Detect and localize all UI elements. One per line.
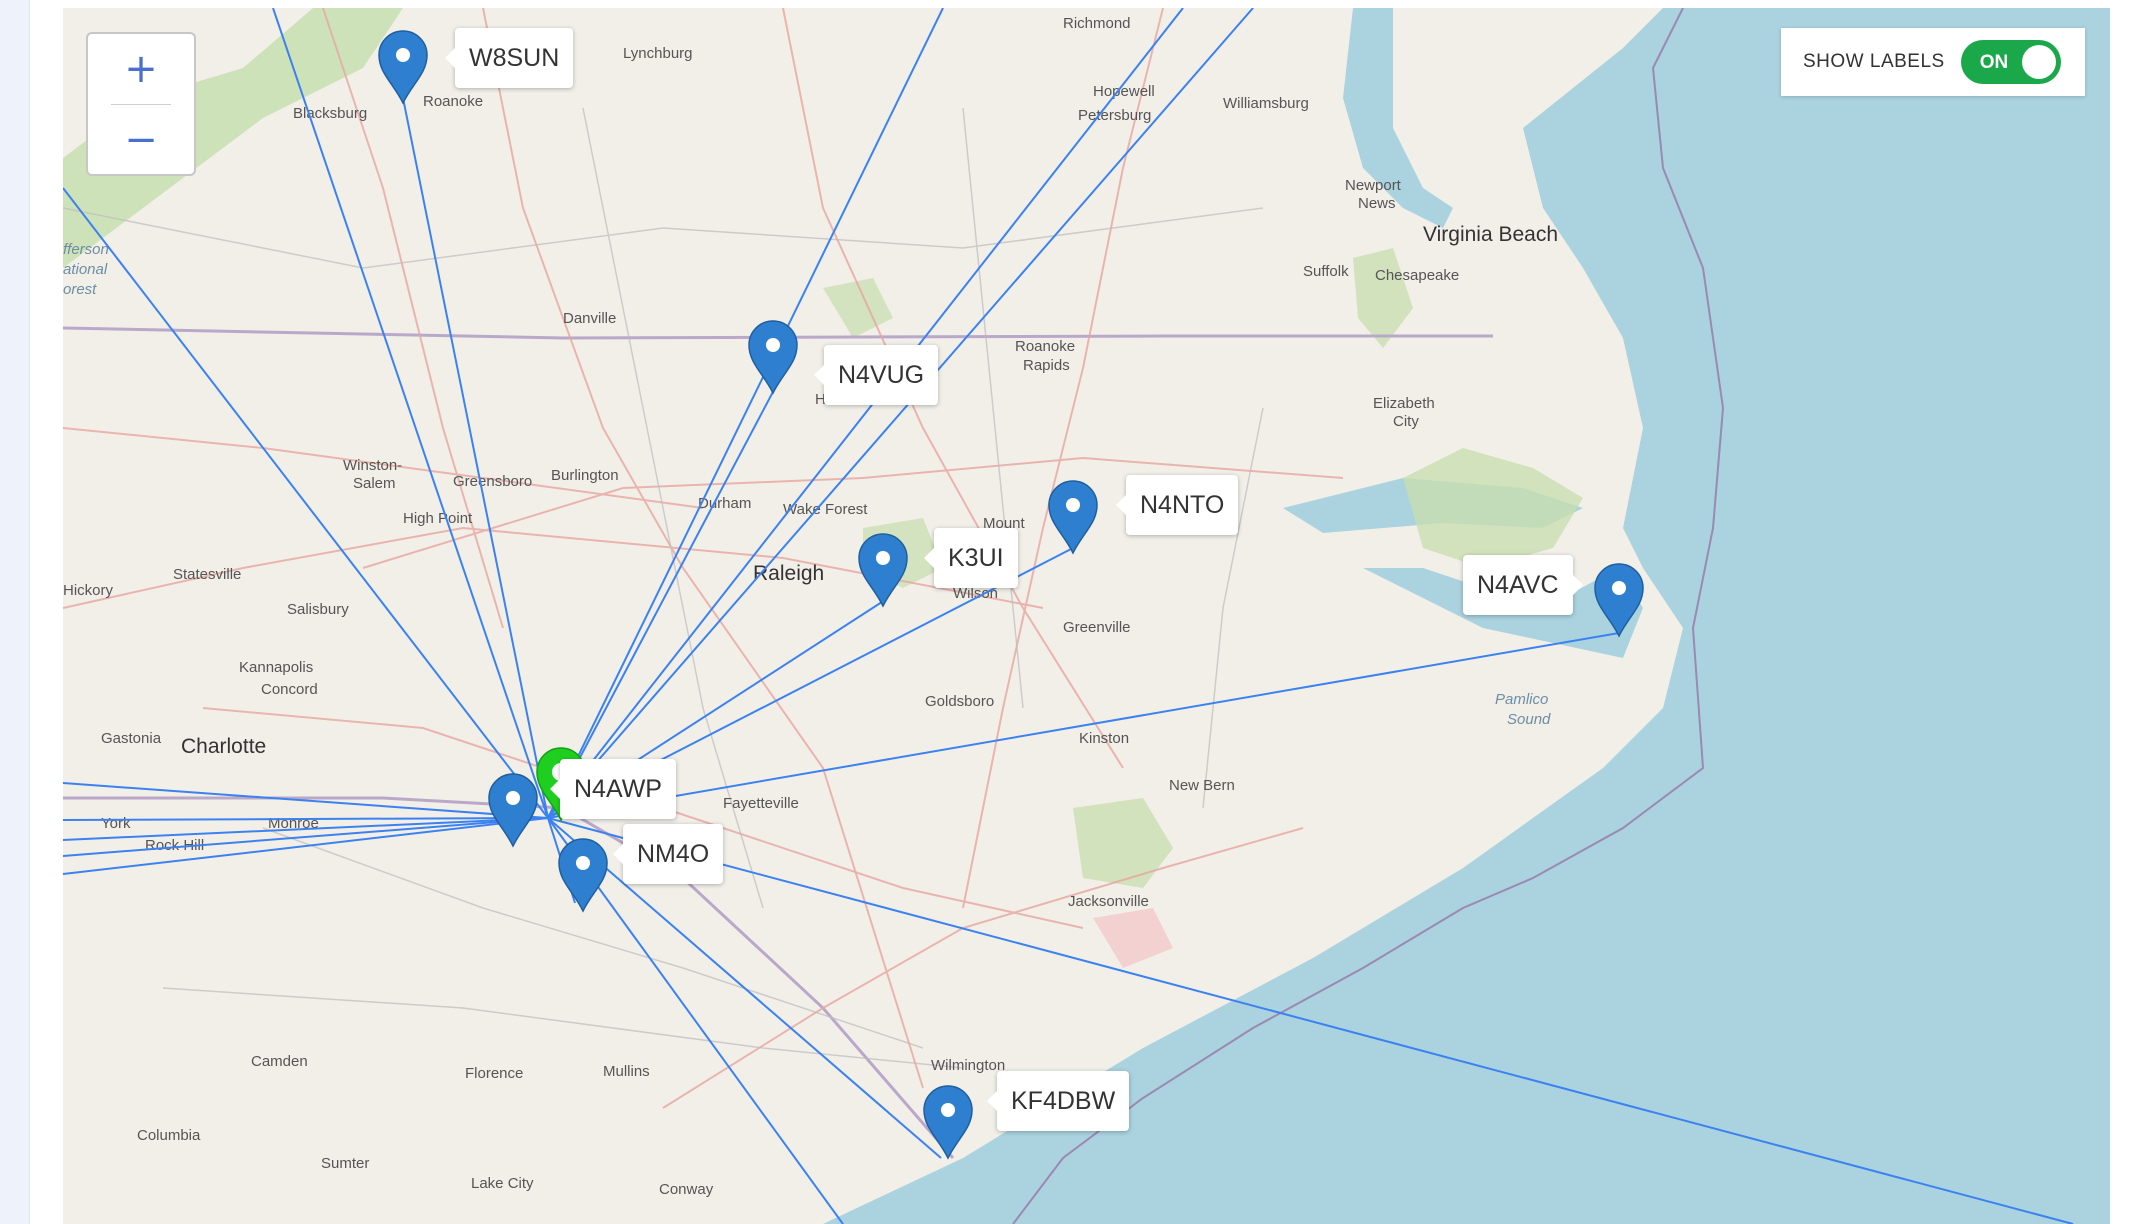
place-pamlico-1: Pamlico — [1495, 691, 1548, 708]
toggle-knob — [2021, 45, 2056, 79]
path-west-1 — [63, 782, 549, 819]
place-burlington: Burlington — [551, 467, 619, 484]
label-kf4dbw[interactable]: KF4DBW — [986, 1071, 1130, 1131]
path-n4vug — [547, 387, 776, 819]
place-jefferson-2: ational — [63, 261, 108, 278]
camp-lejeune — [1093, 908, 1173, 968]
label-n4awp[interactable]: N4AWP — [550, 759, 676, 819]
place-lynchburg: Lynchburg — [623, 45, 693, 62]
place-sumter: Sumter — [321, 1155, 369, 1172]
place-kinston: Kinston — [1079, 730, 1129, 747]
place-virginia-beach: Virginia Beach — [1423, 223, 1558, 246]
marker-nm4o[interactable] — [558, 838, 608, 913]
marker-k3ui[interactable] — [858, 533, 908, 608]
path-northwest — [63, 187, 549, 819]
place-florence: Florence — [465, 1065, 523, 1082]
place-elizabeth-city-2: City — [1393, 413, 1419, 430]
show-labels-toggle[interactable]: ON — [1960, 40, 2061, 84]
place-pamlico-2: Sound — [1507, 711, 1551, 728]
show-labels-panel: SHOW LABELS ON — [1781, 28, 2085, 96]
place-high-point: High Point — [403, 510, 473, 527]
label-nm4o[interactable]: NM4O — [612, 824, 724, 884]
place-mullins: Mullins — [603, 1063, 650, 1080]
place-elizabeth-city-1: Elizabeth — [1373, 395, 1435, 412]
label-n4nto[interactable]: N4NTO — [1115, 475, 1239, 535]
place-blacksburg: Blacksburg — [293, 105, 367, 122]
marker-n4nto[interactable] — [1048, 480, 1098, 555]
place-winston-1: Winston- — [343, 457, 402, 474]
place-suffolk: Suffolk — [1303, 263, 1349, 280]
place-williamsburg: Williamsburg — [1223, 95, 1309, 112]
minor-roads — [63, 107, 1264, 1069]
map-canvas[interactable]: Richmond Lynchburg Roanoke Blacksburg Ho… — [63, 8, 2110, 1224]
place-hopewell: Hopewell — [1093, 83, 1155, 100]
zoom-out-button[interactable]: − — [88, 105, 194, 175]
park-area-ne — [1403, 448, 1583, 568]
label-n4avc[interactable]: N4AVC — [1463, 555, 1582, 615]
place-gastonia: Gastonia — [101, 730, 162, 747]
marker-w8sun[interactable] — [378, 30, 428, 105]
place-conway: Conway — [659, 1181, 714, 1198]
left-gutter — [0, 0, 30, 1224]
place-charlotte: Charlotte — [181, 735, 266, 758]
place-roanoke-rapids-2: Rapids — [1023, 357, 1070, 374]
park-area-dismal — [1353, 248, 1413, 348]
place-jefferson-1: fferson — [63, 241, 109, 258]
place-columbia: Columbia — [137, 1127, 201, 1144]
place-statesville: Statesville — [173, 566, 241, 583]
place-richmond: Richmond — [1063, 15, 1131, 32]
park-area-croatan — [1073, 798, 1173, 888]
place-wilmington: Wilmington — [931, 1057, 1005, 1074]
path-north-3 — [547, 8, 1254, 819]
place-goldsboro: Goldsboro — [925, 693, 994, 710]
place-camden: Camden — [251, 1053, 308, 1070]
label-k3ui[interactable]: K3UI — [924, 528, 1018, 588]
zoom-control: + − — [86, 32, 196, 176]
place-lake-city: Lake City — [471, 1175, 534, 1192]
place-roanoke-rapids-1: Roanoke — [1015, 338, 1075, 355]
place-salisbury: Salisbury — [287, 601, 349, 618]
place-york: York — [101, 815, 131, 832]
map-view[interactable]: Richmond Lynchburg Roanoke Blacksburg Ho… — [63, 8, 2110, 1224]
place-chesapeake: Chesapeake — [1375, 267, 1459, 284]
marker-west[interactable] — [488, 773, 538, 848]
place-danville: Danville — [563, 310, 616, 327]
place-roanoke: Roanoke — [423, 93, 483, 110]
path-west-2 — [63, 817, 549, 821]
marker-n4vug[interactable] — [748, 320, 798, 395]
place-new-bern: New Bern — [1169, 777, 1235, 794]
label-n4vug[interactable]: N4VUG — [813, 345, 939, 405]
place-newport: Newport — [1345, 177, 1402, 194]
place-concord: Concord — [261, 681, 318, 698]
place-durham: Durham — [698, 495, 751, 512]
place-greenville: Greenville — [1063, 619, 1131, 636]
place-hickory: Hickory — [63, 582, 114, 599]
zoom-in-button[interactable]: + — [88, 34, 194, 104]
marker-kf4dbw[interactable] — [923, 1085, 973, 1160]
place-winston-2: Salem — [353, 475, 396, 492]
label-w8sun[interactable]: W8SUN — [444, 28, 574, 88]
place-fayetteville: Fayetteville — [723, 795, 799, 812]
place-news: News — [1358, 195, 1396, 212]
place-petersburg: Petersburg — [1078, 107, 1151, 124]
place-wake-forest: Wake Forest — [783, 501, 868, 518]
show-labels-label: SHOW LABELS — [1803, 51, 1945, 72]
toggle-state: ON — [1979, 52, 2009, 73]
place-kannapolis: Kannapolis — [239, 659, 313, 676]
place-jacksonville: Jacksonville — [1068, 893, 1149, 910]
place-raleigh: Raleigh — [753, 562, 824, 585]
place-jefferson-3: orest — [63, 281, 97, 298]
place-greensboro: Greensboro — [453, 473, 532, 490]
path-north-1 — [547, 8, 944, 819]
